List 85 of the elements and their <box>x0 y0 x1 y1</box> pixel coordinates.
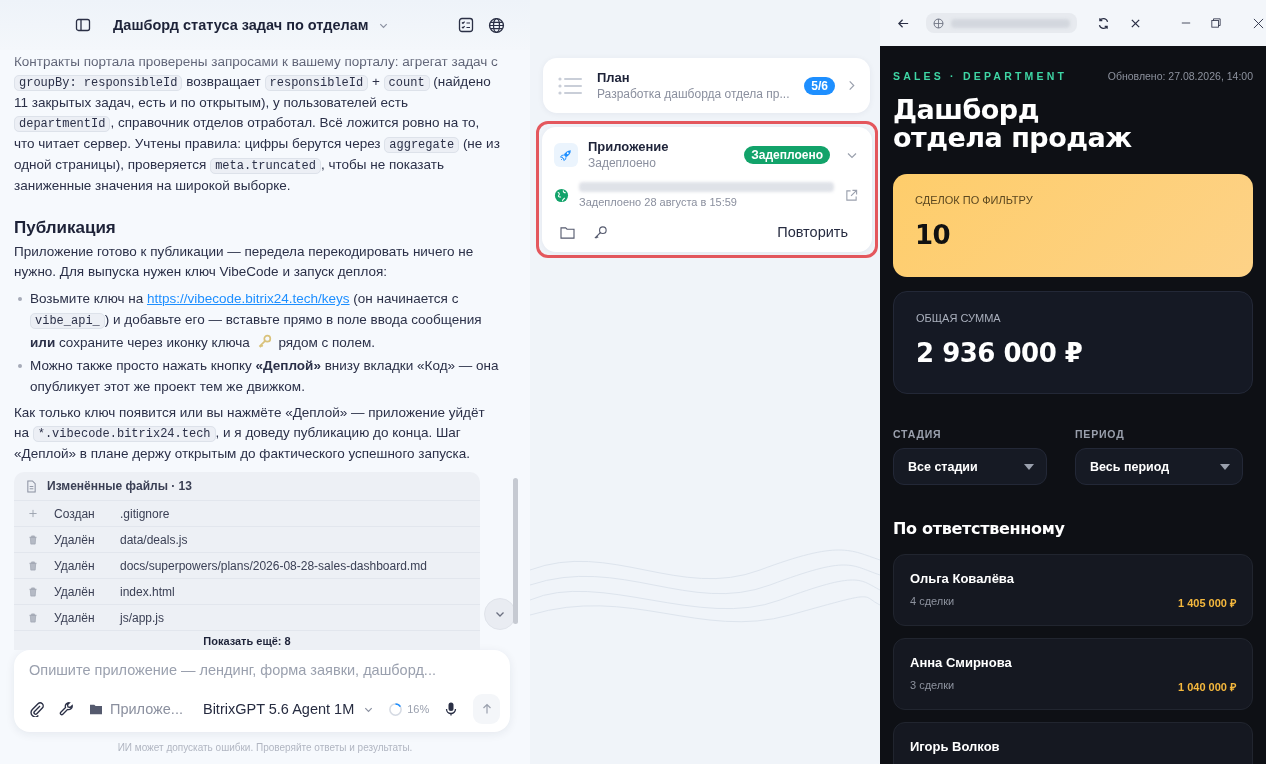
section-heading: По ответственному <box>893 519 1066 538</box>
reload-icon[interactable] <box>1097 16 1110 30</box>
message-input[interactable]: Опишите приложение — лендинг, форма заявки, дашборд... <box>29 660 500 680</box>
file-action: Удалён <box>54 610 96 625</box>
list-item-text: Возьмите ключ на https://vibecode.bitrix24.tech/keys (он начинается с vibe_api_ ) и добавьте его — вставьте прямо в поле ввода сообщения или сохраните через иконку ключа рядом с полем. <box>30 290 483 352</box>
disclaimer: ИИ может допускать ошибки. Проверяйте ответы и результаты. <box>116 741 414 755</box>
chevron-right-icon <box>847 80 856 91</box>
plus-icon <box>26 509 40 518</box>
progress-badge: 5/6 <box>804 76 835 95</box>
deal-count: 3 сделки <box>910 679 955 693</box>
trash-icon <box>26 612 40 623</box>
file-row[interactable]: Удалён js/app.js <box>14 605 480 631</box>
folder-icon[interactable] <box>560 225 575 239</box>
paragraph: Контракты портала проверены запросами к вашему порталу: агрегат задач с groupBy: responsibleId возвращает responsibleId + count (найдено 11 закрытых задач, есть и по открытым), у пользователей есть departmentId , справочник отделов отработал. Всё ложится ровно на то, что читает сервер. Учтены правила: цифры берутся через aggregate (не из одной страницы), проверяется meta.truncated , чтобы не показать заниженные значения на широкой выборке. <box>14 53 500 195</box>
caret-icon <box>1220 463 1230 470</box>
project-title-dropdown[interactable]: Дашборд статуса задач по отделам <box>113 17 389 33</box>
file-row[interactable]: Удалён data/deals.js <box>14 527 480 553</box>
context-usage-reading: 16% <box>407 703 430 715</box>
checklist-icon[interactable] <box>458 17 474 33</box>
external-link-icon[interactable] <box>845 188 858 202</box>
status-badge: Задеплоено <box>744 145 830 164</box>
trash-icon <box>26 560 40 571</box>
retry-button[interactable]: Повторить <box>777 224 848 240</box>
person-name: Ольга Ковалёва <box>910 571 1015 586</box>
context-usage-ring <box>388 701 404 717</box>
paperclip-icon[interactable] <box>29 701 45 717</box>
app-title: Приложение <box>588 139 670 154</box>
paragraph: Приложение готово к публикации — передела перекодировать ничего не нужно. Для выпуска нужен ключ VibeCode и запуск деплоя: <box>14 243 475 281</box>
file-row[interactable]: Создан .gitignore <box>14 501 480 527</box>
close-icon[interactable] <box>1130 17 1141 29</box>
kpi-value: 2 936 000 ₽ <box>916 338 1084 368</box>
file-action: Удалён <box>54 584 96 599</box>
folder-icon <box>89 703 103 715</box>
kpi-label: СДЕЛОК ПО ФИЛЬТРУ <box>915 194 1034 206</box>
show-more-button[interactable]: Показать ещё: 8 <box>14 631 480 650</box>
filter-dropdown[interactable]: Все стадии <box>893 448 1047 485</box>
filter-label: СТАДИЯ <box>893 428 943 440</box>
person-name: Анна Смирнова <box>910 655 1013 670</box>
model-selector[interactable]: BitrixGPT 5.6 Agent 1M <box>202 701 375 717</box>
dashboard-title: Дашборд отдела продаж <box>893 96 1133 152</box>
section-heading: Публикация <box>14 218 117 238</box>
list-item-text: Можно также просто нажать кнопку «Деплой» внизу вкладки «Код» — она опубликует этот же проект тем же движком. <box>30 357 500 396</box>
plan-subtitle: Разработка дашборда отдела пр... <box>597 87 791 101</box>
deal-amount: 1 040 000 ₽ <box>1178 680 1236 694</box>
arrow-up-icon <box>480 703 493 715</box>
caret-icon <box>1024 463 1034 470</box>
file-action: Удалён <box>54 558 96 573</box>
deal-amount: 1 405 000 ₽ <box>1178 596 1236 610</box>
globe-icon <box>933 17 944 29</box>
plan-title: План <box>597 70 631 85</box>
file-row[interactable]: Удалён index.html <box>14 579 480 605</box>
rocket-icon <box>554 142 578 167</box>
wrench-icon[interactable] <box>59 701 75 717</box>
app-subtitle: Задеплоено <box>588 156 657 170</box>
file-path: data/deals.js <box>120 532 188 547</box>
person-name: Игорь Волков <box>910 739 1001 754</box>
file-row[interactable]: Удалён docs/superpowers/plans/2026-08-28-sales-dashboard.md <box>14 553 480 579</box>
file-icon <box>26 479 37 493</box>
globe-icon <box>554 187 569 203</box>
file-path: index.html <box>120 584 175 599</box>
department-label: SALES · DEPARTMENT <box>893 70 1068 82</box>
file-path: docs/superpowers/plans/2026-08-28-sales-dashboard.md <box>120 558 427 573</box>
changed-files-title: Изменённые файлы · 13 <box>47 479 192 493</box>
globe-icon[interactable] <box>488 16 505 34</box>
kpi-label: ОБЩАЯ СУММА <box>916 312 1002 324</box>
trash-icon <box>26 534 40 545</box>
deploy-date: Задеплоено 28 августа в 15:59 <box>579 196 738 208</box>
filter-label: ПЕРИОД <box>1075 428 1126 440</box>
updated-timestamp: Обновлено: 27.08.2026, 14:00 <box>1107 70 1253 82</box>
key-icon <box>256 334 272 349</box>
file-path: js/app.js <box>120 610 165 625</box>
kpi-value: 10 <box>915 220 952 250</box>
maximize-icon[interactable] <box>1211 18 1221 28</box>
sidebar-toggle-icon[interactable] <box>75 17 91 33</box>
scrollbar[interactable] <box>513 478 518 624</box>
key-icon[interactable] <box>593 224 608 240</box>
paragraph: Как только ключ появится или вы нажмёте «Деплой» — приложение уйдёт на *.vibecode.bitrix24.tech , и я доведу публикацию до конца. Шаг «Деплой» в плане держу открытым до фактического успешного запуска. <box>14 404 486 463</box>
plan-card[interactable]: План Разработка дашборда отдела пр... 5/6 <box>543 58 870 113</box>
file-path: .gitignore <box>120 506 170 521</box>
close-window-icon[interactable] <box>1253 17 1264 29</box>
file-action: Создан <box>54 506 96 521</box>
deal-count: 4 сделки <box>910 595 955 609</box>
file-action: Удалён <box>54 532 96 547</box>
trash-icon <box>26 586 40 597</box>
filter-dropdown[interactable]: Весь период <box>1075 448 1243 485</box>
